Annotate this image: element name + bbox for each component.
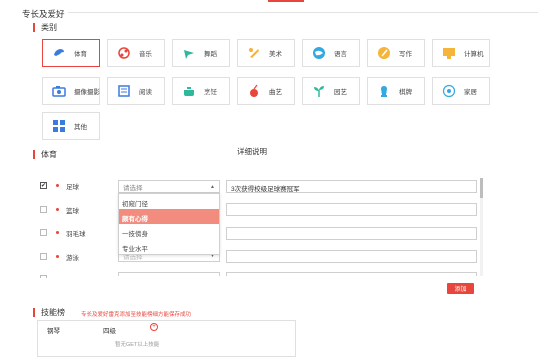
category-label: 语言 [334, 51, 347, 58]
category-label: 阅读 [139, 89, 152, 96]
row-checkbox[interactable] [40, 229, 47, 236]
dance-icon [182, 46, 196, 60]
row-name-basketball: 篮球 [66, 208, 79, 215]
categories-header: 类别 [33, 23, 57, 32]
category-label: 烹饪 [204, 89, 217, 96]
dropdown-option[interactable]: 初窥门径 [119, 194, 219, 209]
category-label: 音乐 [139, 51, 152, 58]
category-tile-cooking[interactable]: 烹饪 [172, 77, 230, 105]
category-tile-music[interactable]: 音乐 [107, 39, 165, 67]
other-icon [52, 119, 66, 133]
category-tile-chess[interactable]: 棋牌 [367, 77, 425, 105]
home-icon [442, 84, 456, 98]
category-label: 美术 [269, 51, 282, 58]
dropdown-option[interactable]: 专业水平 [119, 239, 219, 254]
category-label: 舞蹈 [204, 51, 217, 58]
top-tab-indicator [268, 0, 304, 2]
music-icon [117, 46, 131, 60]
row-checkbox[interactable]: ✔ [40, 182, 47, 189]
sports-header: 体育 [33, 150, 57, 159]
category-label: 曲艺 [269, 89, 282, 96]
reading-icon [117, 84, 131, 98]
row-name-badminton: 羽毛球 [66, 231, 86, 238]
opera-icon [247, 84, 261, 98]
skill-level: 四级 [103, 328, 116, 335]
caret-up-icon: ▲ [210, 183, 215, 190]
category-tile-writing[interactable]: 写作 [367, 39, 425, 67]
required-dot [56, 255, 59, 258]
category-tile-other[interactable]: 其他 [42, 112, 100, 140]
skills-note: 专长及爱好雷克添加至技能榜细方能保存成功 [81, 312, 192, 318]
section-divider [68, 12, 538, 13]
skills-empty-hint: 暂无GET以上技能 [115, 342, 160, 348]
chess-icon [377, 84, 391, 98]
detail-input-basketball[interactable] [226, 203, 477, 216]
skills-header: 技能榜 [33, 308, 65, 317]
row-checkbox[interactable] [40, 275, 47, 278]
category-tile-reading[interactable]: 阅读 [107, 77, 165, 105]
category-tile-dance[interactable]: 舞蹈 [172, 39, 230, 67]
level-select-partial[interactable] [118, 272, 220, 276]
language-icon [312, 46, 326, 60]
dropdown-option[interactable]: 一技傍身 [119, 224, 219, 239]
category-tile-home[interactable]: 家居 [432, 77, 490, 105]
category-label: 摄像摄影 [74, 89, 100, 96]
row-name-swimming: 游泳 [66, 255, 79, 262]
category-label: 计算机 [464, 51, 484, 58]
category-tile-computer[interactable]: 计算机 [432, 39, 490, 67]
cooking-icon [182, 84, 196, 98]
detail-input-partial[interactable] [226, 272, 477, 276]
gardening-icon [312, 84, 326, 98]
category-tile-opera[interactable]: 曲艺 [237, 77, 295, 105]
skills-panel [37, 320, 296, 357]
row-checkbox[interactable] [40, 206, 47, 213]
skill-name: 钢琴 [47, 328, 60, 335]
add-button[interactable]: 添加 [447, 283, 474, 294]
level-select-football[interactable]: 请选择 ▲ [118, 180, 220, 193]
camera-icon [52, 84, 66, 98]
add-skill-icon[interactable]: + [150, 323, 158, 331]
row-name-football: 足球 [66, 184, 79, 191]
section-title: 专长及爱好 [22, 9, 65, 19]
category-tile-language[interactable]: 语言 [302, 39, 360, 67]
row-checkbox[interactable] [40, 253, 47, 260]
required-dot [56, 184, 59, 187]
category-tile-sports[interactable]: 体育 [42, 39, 100, 67]
detail-input-football[interactable]: 3次获得校级足球赛冠军 [226, 180, 477, 193]
art-icon [247, 46, 261, 60]
category-tile-camera[interactable]: 摄像摄影 [42, 77, 100, 105]
category-label: 写作 [399, 51, 412, 58]
list-scrollbar-thumb[interactable] [480, 178, 483, 198]
writing-icon [377, 46, 391, 60]
required-dot [56, 231, 59, 234]
detail-input-swimming[interactable] [226, 250, 477, 263]
computer-icon [442, 46, 456, 60]
category-label: 家居 [464, 89, 477, 96]
dropdown-option-highlighted[interactable]: 颇有心得 [119, 209, 219, 224]
level-dropdown: 初窥门径 颇有心得 一技傍身 专业水平 [118, 193, 220, 255]
category-label: 棋牌 [399, 89, 412, 96]
required-dot [56, 208, 59, 211]
detail-column-header: 详细说明 [237, 147, 267, 156]
category-tile-gardening[interactable]: 园艺 [302, 77, 360, 105]
select-value: 请选择 [123, 184, 143, 192]
category-label: 园艺 [334, 89, 347, 96]
sports-icon [52, 46, 66, 60]
detail-input-badminton[interactable] [226, 227, 477, 240]
category-label: 体育 [74, 51, 87, 58]
category-tile-art[interactable]: 美术 [237, 39, 295, 67]
category-label: 其他 [74, 124, 87, 131]
